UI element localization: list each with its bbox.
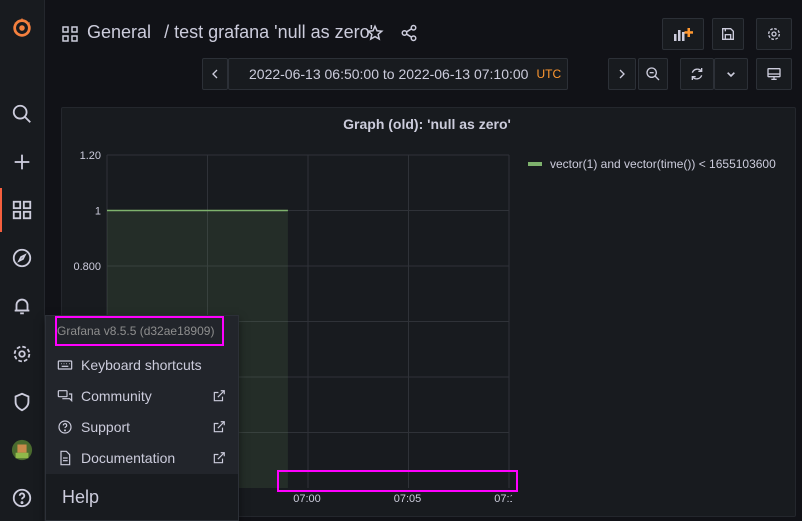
plus-icon[interactable] xyxy=(0,142,44,182)
time-range-text: 2022-06-13 06:50:00 to 2022-06-13 07:10:… xyxy=(249,66,529,82)
menu-item-support[interactable]: Support xyxy=(46,412,238,442)
xaxis-highlight-box xyxy=(277,470,518,492)
time-range-forward-button[interactable] xyxy=(608,58,636,90)
chevron-down-icon xyxy=(727,72,735,78)
menu-item-label: Community xyxy=(81,388,152,404)
external-link-icon xyxy=(213,452,225,464)
keyboard-icon xyxy=(57,360,73,370)
legend-swatch xyxy=(528,162,542,166)
breadcrumb-dashboard-title[interactable]: test grafana 'null as zero' xyxy=(174,22,373,42)
sync-icon xyxy=(691,68,703,80)
grafana-app: General / test grafana 'null as zero' 20… xyxy=(0,0,802,521)
refresh-button[interactable] xyxy=(680,58,714,90)
y-tick-label: 1.20 xyxy=(80,150,101,162)
save-dashboard-button[interactable] xyxy=(712,18,744,50)
breadcrumb: General / test grafana 'null as zero' xyxy=(87,22,373,43)
chevron-left-icon xyxy=(212,69,218,79)
sidebar xyxy=(0,0,45,521)
alerting-bell-icon[interactable] xyxy=(0,286,44,326)
external-link-icon xyxy=(213,421,225,433)
x-tick-label: 07:10 xyxy=(494,493,512,505)
chevron-right-icon xyxy=(619,69,625,79)
dashboards-icon[interactable] xyxy=(0,190,44,230)
share-icon[interactable] xyxy=(400,24,418,42)
timezone-label: UTC xyxy=(536,67,562,81)
explore-compass-icon[interactable] xyxy=(0,238,44,278)
version-highlight-box xyxy=(55,316,224,346)
time-range-picker[interactable]: 2022-06-13 06:50:00 to 2022-06-13 07:10:… xyxy=(228,58,568,90)
menu-item-keyboard-shortcuts[interactable]: Keyboard shortcuts xyxy=(46,350,238,380)
breadcrumb-folder[interactable]: General xyxy=(87,22,151,42)
zoom-out-icon xyxy=(646,67,660,81)
menu-item-documentation[interactable]: Documentation xyxy=(46,443,238,473)
monitor-icon xyxy=(767,68,781,80)
add-panel-button[interactable] xyxy=(662,18,704,50)
refresh-interval-dropdown[interactable] xyxy=(714,58,748,90)
comments-icon xyxy=(57,390,73,403)
grafana-logo-icon[interactable] xyxy=(0,8,44,48)
search-icon[interactable] xyxy=(0,94,44,134)
y-tick-label: 1 xyxy=(95,206,101,218)
gear-icon xyxy=(768,28,780,40)
zoom-out-button[interactable] xyxy=(638,58,668,90)
legend-item[interactable]: vector(1) and vector(time()) < 165510360… xyxy=(528,157,776,171)
dashboard-navbar: General / test grafana 'null as zero' 20… xyxy=(45,0,802,100)
x-tick-label: 07:05 xyxy=(394,493,422,505)
document-icon xyxy=(60,450,71,466)
menu-item-community[interactable]: Community xyxy=(46,381,238,411)
save-icon xyxy=(722,28,734,40)
menu-item-label: Support xyxy=(81,419,131,435)
legend-label: vector(1) and vector(time()) < 165510360… xyxy=(550,157,776,171)
external-link-icon xyxy=(213,390,225,402)
dashboard-settings-button[interactable] xyxy=(756,18,792,50)
help-question-icon[interactable] xyxy=(0,478,44,518)
tv-mode-button[interactable] xyxy=(756,58,792,90)
breadcrumb-separator: / xyxy=(164,22,170,42)
menu-item-label: Keyboard shortcuts xyxy=(81,357,202,373)
configuration-gear-icon[interactable] xyxy=(0,334,44,374)
user-avatar[interactable] xyxy=(0,430,44,470)
x-tick-label: 07:00 xyxy=(293,493,321,505)
add-panel-icon xyxy=(674,28,693,41)
time-range-back-button[interactable] xyxy=(202,58,228,90)
y-tick-label: 0.800 xyxy=(73,261,101,273)
star-icon[interactable] xyxy=(366,24,384,42)
help-menu-header: Help xyxy=(46,474,238,520)
menu-item-label: Documentation xyxy=(81,450,176,466)
dashboard-grid-icon xyxy=(62,26,78,42)
server-admin-shield-icon[interactable] xyxy=(0,382,44,422)
question-circle-icon xyxy=(58,420,72,434)
